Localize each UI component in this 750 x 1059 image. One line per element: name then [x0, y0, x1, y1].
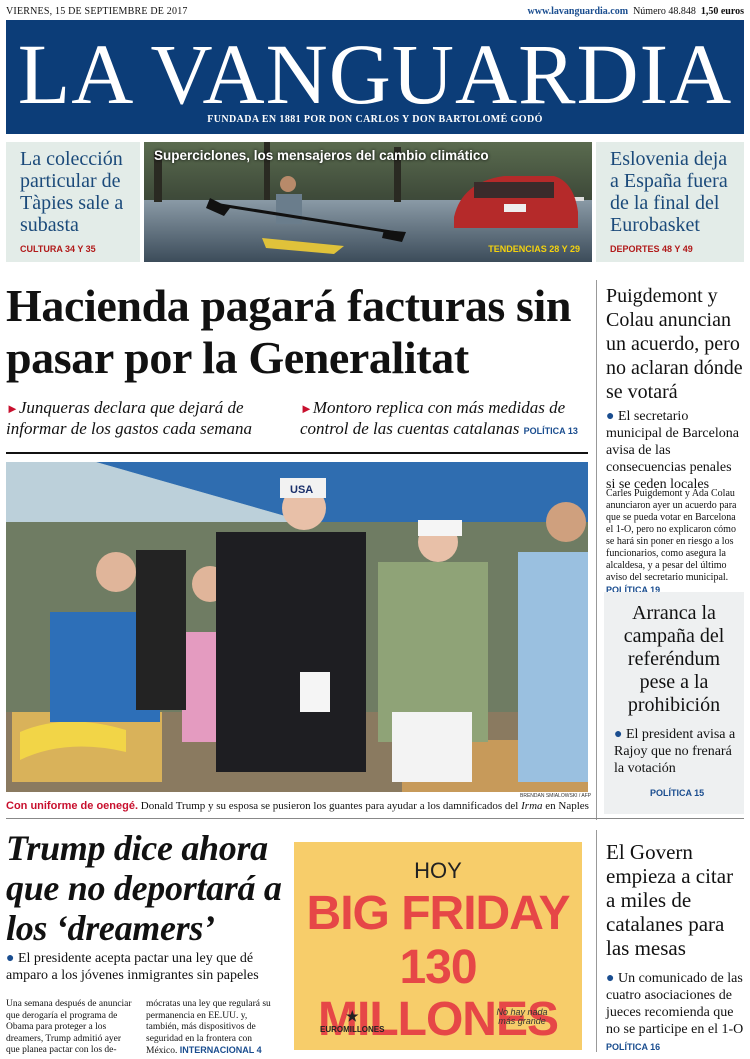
- lead-subhead-1: ►Junqueras declara que dejará de informa…: [6, 398, 286, 439]
- main-photo: USA: [6, 462, 588, 792]
- issue-number: Número 48.848: [633, 6, 696, 17]
- section-label[interactable]: POLÍTICA 13: [524, 426, 578, 436]
- website-link[interactable]: www.lavanguardia.com: [528, 6, 629, 17]
- teaser-title: Superciclones, los mensajeros del cambio…: [154, 148, 489, 163]
- puigdemont-bullet: ● El secretario municipal de Barcelona a…: [606, 408, 744, 493]
- teaser-tapies[interactable]: La colección particular de Tàpies sale a…: [6, 142, 140, 262]
- caption-end: en Naples: [545, 800, 589, 812]
- newspaper-title: LA VANGUARDIA: [17, 26, 733, 122]
- euromillones-ad[interactable]: HOY BIG FRIDAY 130 MILLONES ★ EUROMILLON…: [294, 842, 582, 1050]
- lead-headline[interactable]: Hacienda pagará facturas sin pasar por l…: [6, 280, 592, 384]
- hat-text: USA: [290, 484, 313, 496]
- teaser-title: La colección particular de Tàpies sale a…: [20, 148, 124, 236]
- dreamers-headline[interactable]: Trump dice ahora que no deportará a los …: [6, 828, 282, 948]
- bullet-icon: ●: [606, 971, 615, 986]
- teaser-section: DEPORTES 48 Y 49: [610, 244, 693, 254]
- bullet-text: El presidente acepta pactar una ley que …: [6, 951, 259, 983]
- bullet-icon: ●: [606, 409, 615, 424]
- lead-subhead-2: ►Montoro replica con más medidas de cont…: [300, 398, 590, 441]
- photo-credit: BRENDAN SMIALOWSKI / AFP: [520, 793, 592, 799]
- star-icon: ★: [345, 1008, 359, 1024]
- issue-date: VIERNES, 15 DE SEPTIEMBRE DE 2017: [6, 6, 188, 17]
- issue-info: www.lavanguardia.com Número 48.848 1,50 …: [528, 6, 745, 17]
- puigdemont-headline[interactable]: Puigdemont y Colau anuncian un acuerdo, …: [606, 284, 746, 404]
- teaser-title: Eslovenia deja a España fuera de la fina…: [610, 148, 728, 236]
- arrow-icon: ►: [300, 401, 313, 416]
- dreamers-bullet: ● El presidente acepta pactar una ley qu…: [6, 950, 282, 984]
- teaser-eurobasket[interactable]: Eslovenia deja a España fuera de la fina…: [596, 142, 744, 262]
- govern-bullet: ● Un comunicado de las cuatro asociacion…: [606, 970, 744, 1038]
- bullet-icon: ●: [614, 727, 623, 742]
- bullet-text: El secretario municipal de Barcelona avi…: [606, 409, 739, 492]
- trump-photo: USA: [6, 462, 588, 792]
- referendum-box: Arranca la campaña del referéndum pese a…: [604, 592, 744, 814]
- founded-line: FUNDADA EN 1881 POR DON CARLOS Y DON BAR…: [207, 114, 543, 125]
- dreamers-col1: Una semana después de anunciar que derog…: [6, 999, 132, 1055]
- photo-caption: Con uniforme de oenegé. Donald Trump y s…: [6, 800, 590, 812]
- section-label[interactable]: INTERNACIONAL 4: [180, 1045, 262, 1055]
- ad-hoy: HOY: [414, 858, 462, 883]
- caption-italic: Irma: [521, 800, 543, 812]
- divider: [6, 818, 744, 819]
- teaser-section: TENDENCIAS 28 Y 29: [488, 244, 580, 254]
- caption-text: Donald Trump y su esposa se pusieron los…: [140, 800, 519, 812]
- issue-price: 1,50 euros: [700, 6, 744, 17]
- ad-line1: BIG FRIDAY: [306, 887, 571, 940]
- bullet-text: Un comunicado de las cuatro asociaciones…: [606, 971, 744, 1037]
- body-text: Carles Puigdemont y Ada Colau anunciaron…: [606, 488, 737, 583]
- referendum-bullet: ● El president avisa a Rajoy que no fren…: [614, 726, 738, 777]
- bullet-icon: ●: [6, 951, 15, 966]
- teaser-superciclones[interactable]: Superciclones, los mensajeros del cambio…: [144, 142, 592, 262]
- ad-tagline: No hay nada más grande: [496, 1007, 548, 1026]
- ad-brand: ★ EUROMILLONES: [320, 1008, 384, 1034]
- dreamers-col2: mócratas una ley que regulará su permane…: [146, 999, 282, 1058]
- govern-headline[interactable]: El Govern empieza a citar a miles de cat…: [606, 840, 746, 960]
- masthead: LA VANGUARDIA FUNDADA EN 1881 POR DON CA…: [6, 20, 744, 134]
- brand-text: EUROMILLONES: [320, 1025, 385, 1034]
- top-bar: VIERNES, 15 DE SEPTIEMBRE DE 2017 www.la…: [6, 4, 744, 20]
- puigdemont-body: Carles Puigdemont y Ada Colau anunciaron…: [606, 488, 744, 597]
- subhead-text: Junqueras declara que dejará de informar…: [6, 398, 253, 438]
- referendum-headline[interactable]: Arranca la campaña del referéndum pese a…: [610, 602, 738, 717]
- teaser-section: CULTURA 34 Y 35: [20, 244, 96, 254]
- column-divider: [596, 280, 597, 820]
- column-divider: [596, 830, 597, 1052]
- section-label[interactable]: POLÍTICA 15: [650, 788, 704, 798]
- caption-lead: Con uniforme de oenegé.: [6, 800, 139, 812]
- bullet-text: El president avisa a Rajoy que no frenar…: [614, 727, 736, 776]
- divider: [6, 452, 588, 454]
- arrow-icon: ►: [6, 401, 19, 416]
- section-label[interactable]: POLÍTICA 16: [606, 1042, 660, 1052]
